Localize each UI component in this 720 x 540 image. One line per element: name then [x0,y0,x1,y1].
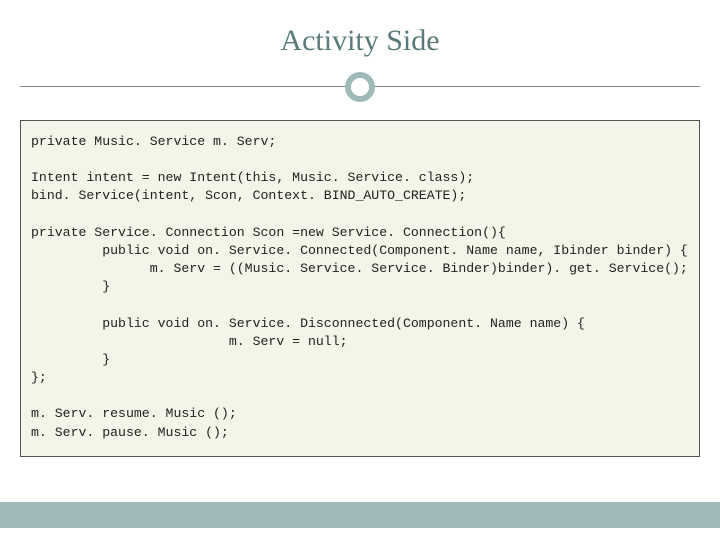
code-line: } [31,352,110,367]
code-line: }; [31,370,47,385]
code-line: } [31,279,110,294]
code-line: public void on. Service. Disconnected(Co… [31,316,585,331]
code-line: private Service. Connection Scon =new Se… [31,225,506,240]
title-divider [20,72,700,102]
footer-band [0,502,720,528]
code-line: public void on. Service. Connected(Compo… [31,243,688,258]
code-line: m. Serv = ((Music. Service. Service. Bin… [31,261,688,276]
page-title: Activity Side [0,0,720,72]
code-line: m. Serv. pause. Music (); [31,425,229,440]
slide: Activity Side private Music. Service m. … [0,0,720,540]
footer-gap [0,528,720,540]
divider-circle-icon [345,72,375,102]
code-line: private Music. Service m. Serv; [31,134,276,149]
code-block: private Music. Service m. Serv; Intent i… [20,120,700,457]
code-line: m. Serv = null; [31,334,348,349]
code-line: m. Serv. resume. Music (); [31,406,237,421]
code-line: Intent intent = new Intent(this, Music. … [31,170,474,185]
code-line: bind. Service(intent, Scon, Context. BIN… [31,188,466,203]
